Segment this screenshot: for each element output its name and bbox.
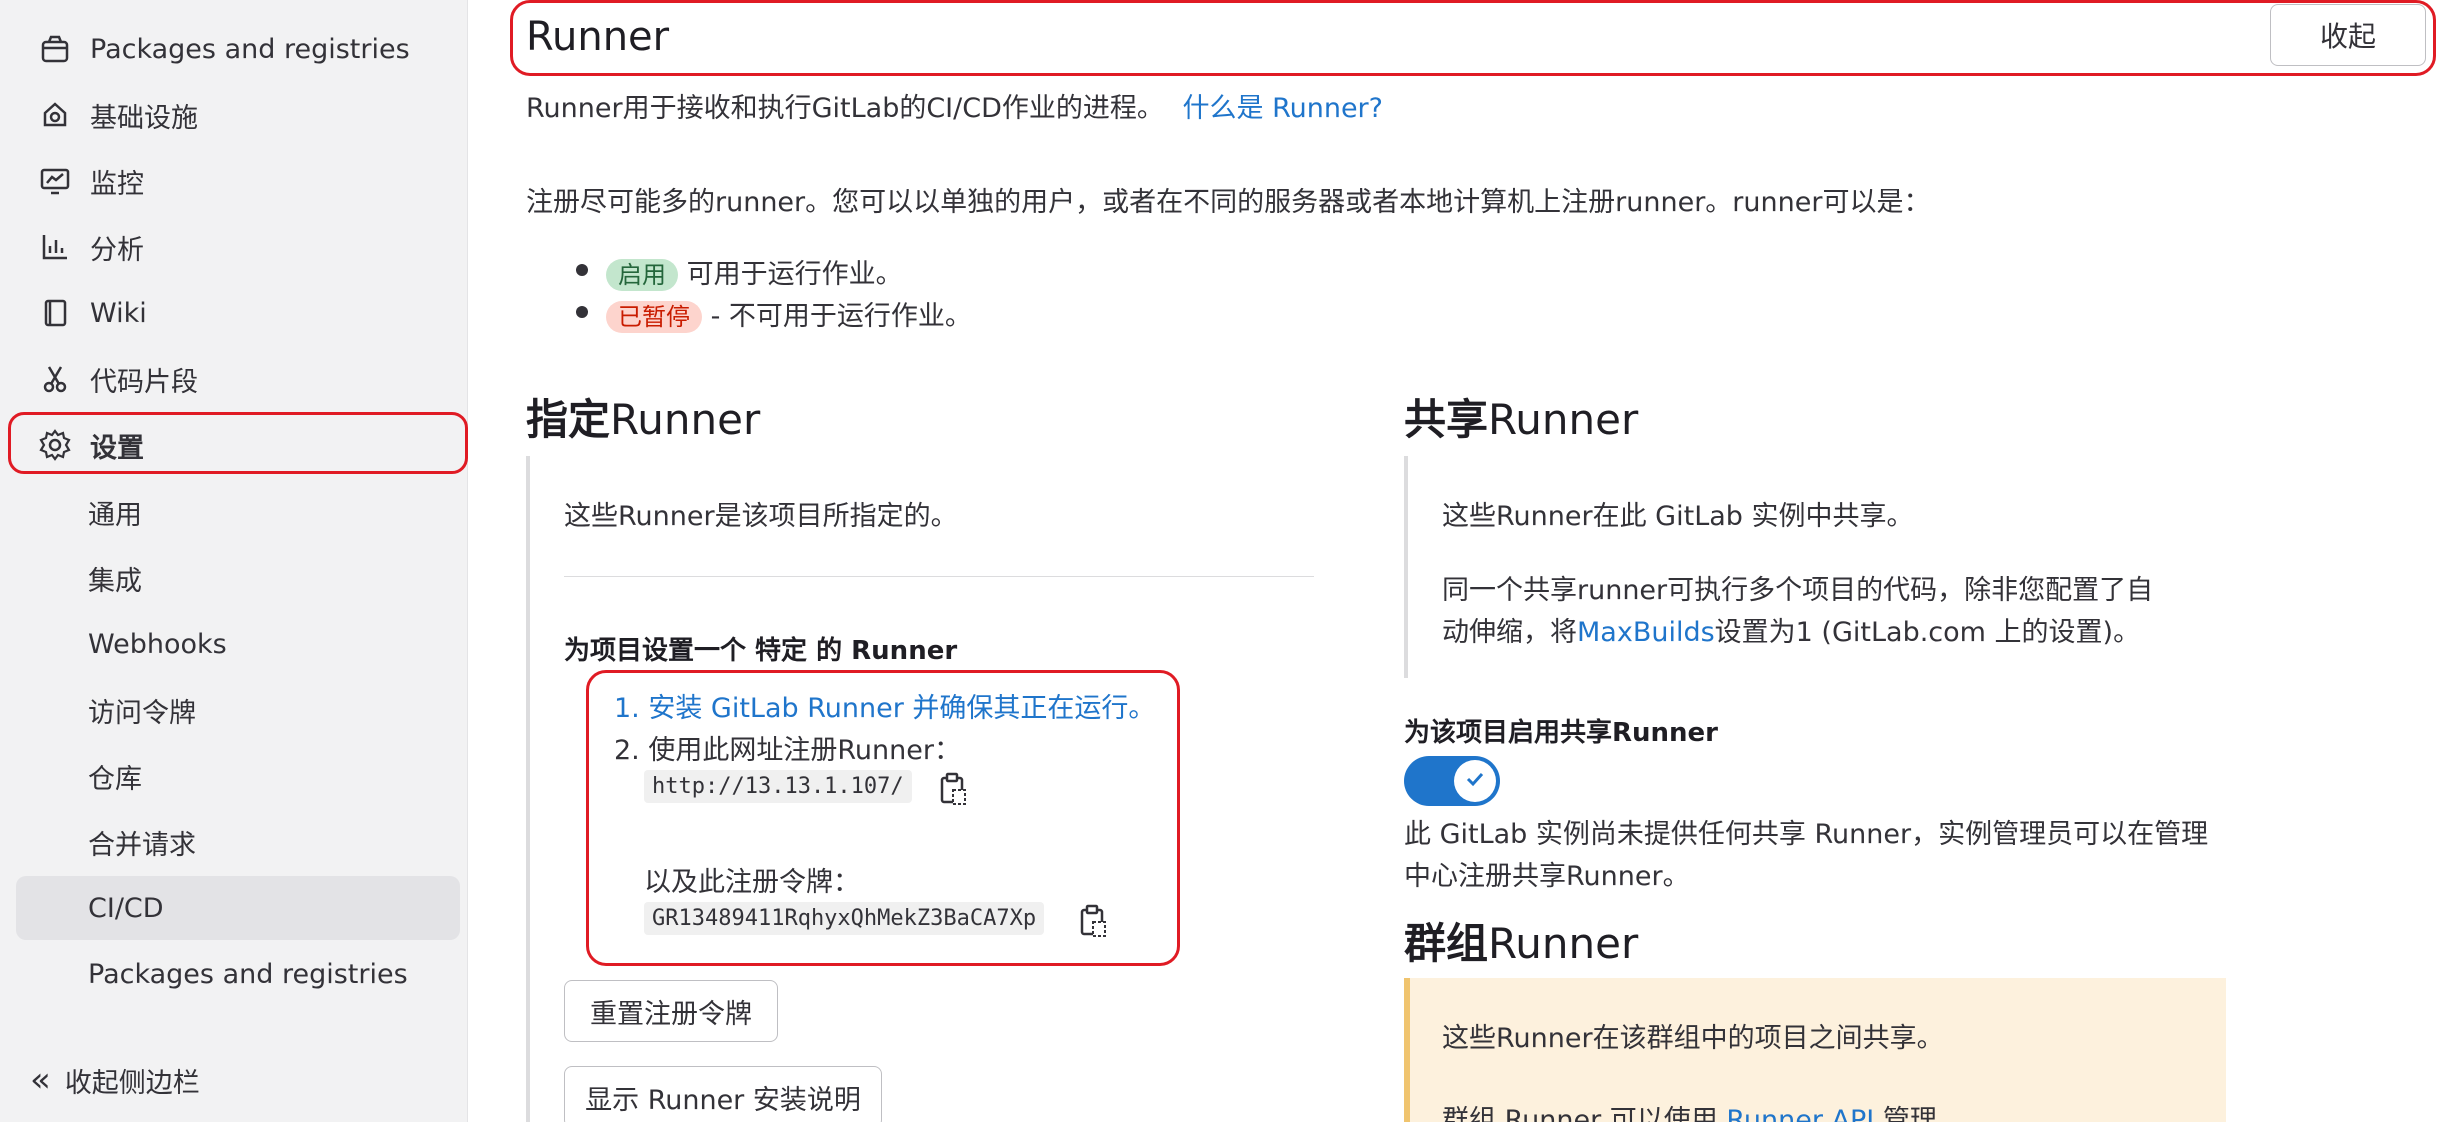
install-runner-link[interactable]: 1. 安装 GitLab Runner 并确保其正在运行。 (614, 686, 1155, 725)
sidebar-item-label: 仓库 (88, 763, 142, 795)
sidebar-subitem-access-tokens[interactable]: 访问令牌 (16, 680, 460, 740)
section-border (526, 456, 530, 1122)
snippet-icon (34, 358, 76, 400)
register-url-label: 2. 使用此网址注册Runner： (614, 735, 961, 766)
page-title: Runner (526, 14, 670, 60)
checkmark-icon (1464, 768, 1486, 794)
enable-shared-label: 为该项目启用共享Runner (1404, 718, 1719, 748)
sidebar-item-label: Wiki (90, 297, 147, 329)
sidebar-subitem-webhooks[interactable]: Webhooks (16, 614, 460, 674)
no-shared-runners-line2: 中心注册共享Runner。 (1404, 861, 1690, 892)
sidebar-item-label: Webhooks (88, 628, 227, 660)
status-item-text: 可用于运行作业。 (686, 259, 903, 290)
sidebar-item-analytics[interactable]: 分析 (16, 217, 460, 277)
sidebar-item-label: 通用 (88, 499, 142, 531)
token-label: 以及此注册令牌： (644, 867, 860, 898)
infrastructure-icon (34, 94, 76, 136)
heading-bold: 共享 (1404, 395, 1489, 444)
specific-runners-heading: 指定Runner (526, 386, 760, 447)
registration-token-value: GR13489411RqhyxQhMekZ3BaCA7Xp (644, 902, 1045, 935)
heading-rest: Runner (1488, 919, 1639, 968)
group-api-post: 管理 (1874, 1105, 1937, 1122)
chart-icon (34, 226, 76, 268)
group-api-pre: 群组 Runner 可以使用 (1442, 1105, 1727, 1122)
sidebar-item-label: 访问令牌 (88, 697, 196, 729)
runner-api-link[interactable]: Runner API (1726, 1105, 1874, 1122)
intro-description: Runner用于接收和执行GitLab的CI/CD作业的进程。 (526, 93, 1164, 124)
group-description: 这些Runner在该群组中的项目之间共享。 (1442, 1023, 1944, 1054)
what-is-runner-link[interactable]: 什么是 Runner? (1182, 93, 1383, 124)
maxbuilds-link[interactable]: MaxBuilds (1577, 617, 1715, 648)
register-url-value: http://13.13.1.107/ (644, 770, 912, 803)
shared-note-pre: 动伸缩，将 (1442, 617, 1577, 648)
collapse-sidebar-label: 收起侧边栏 (64, 1067, 200, 1099)
section-border (1404, 456, 1408, 678)
status-badge-paused: 已暂停 (606, 301, 702, 333)
setup-specific-label: 为项目设置一个 特定 的 Runner (564, 636, 958, 666)
status-item-text: - 不可用于运行作业。 (710, 301, 972, 332)
sidebar-item-monitor[interactable]: 监控 (16, 151, 460, 211)
bullet (576, 306, 588, 318)
sidebar-item-label: 合并请求 (88, 829, 196, 861)
sidebar-subitem-repository[interactable]: 仓库 (16, 746, 460, 806)
status-item-online: 启用 可用于运行作业。 (606, 252, 903, 291)
sidebar-item-snippets[interactable]: 代码片段 (16, 349, 460, 409)
no-shared-runners-line1: 此 GitLab 实例尚未提供任何共享 Runner，实例管理员可以在管理 (1404, 819, 2209, 850)
divider (564, 576, 1314, 577)
sidebar-item-label: 监控 (90, 168, 144, 200)
clipboard-icon (1078, 904, 1108, 942)
sidebar-item-label: 分析 (90, 234, 144, 266)
group-runners-heading: 群组Runner (1404, 910, 1638, 971)
sidebar-subitem-packages[interactable]: Packages and registries (16, 944, 460, 1004)
collapse-sidebar-button[interactable]: « 收起侧边栏 (30, 1060, 200, 1100)
copy-token-button[interactable] (1078, 904, 1108, 938)
show-install-instructions-button[interactable]: 显示 Runner 安装说明 (564, 1066, 882, 1122)
sidebar-item-label: 基础设施 (90, 102, 198, 134)
book-icon (34, 292, 76, 334)
sidebar-item-label: 集成 (88, 565, 142, 597)
heading-bold: 指定 (526, 395, 611, 444)
shared-note-post: 设置为1 (GitLab.com 上的设置)。 (1714, 617, 2141, 648)
sidebar-subitem-general[interactable]: 通用 (16, 482, 460, 542)
heading-bold: 群组 (1404, 919, 1489, 968)
shared-runners-toggle[interactable] (1404, 756, 1500, 806)
monitor-icon (34, 160, 76, 202)
shared-description: 这些Runner在此 GitLab 实例中共享。 (1442, 501, 1914, 532)
toggle-knob (1454, 760, 1496, 802)
intro-text: Runner用于接收和执行GitLab的CI/CD作业的进程。 什么是 Runn… (526, 86, 1383, 125)
highlight-ring (8, 412, 468, 474)
sidebar: Packages and registries 基础设施 监控 分析 Wiki … (0, 0, 468, 1122)
heading-rest: Runner (1488, 395, 1639, 444)
bullet (576, 264, 588, 276)
reset-token-button[interactable]: 重置注册令牌 (564, 980, 778, 1042)
group-api-note: 群组 Runner 可以使用 Runner API 管理 (1442, 1098, 1937, 1122)
shared-runners-heading: 共享Runner (1404, 386, 1638, 447)
status-item-paused: 已暂停 - 不可用于运行作业。 (606, 294, 972, 333)
collapse-section-button[interactable]: 收起 (2270, 4, 2426, 66)
main-content: Runner 收起 Runner用于接收和执行GitLab的CI/CD作业的进程… (468, 0, 2439, 1122)
shared-note-line1: 同一个共享runner可执行多个项目的代码，除非您配置了自 (1442, 575, 2154, 606)
clipboard-icon (938, 772, 968, 810)
sidebar-subitem-integrations[interactable]: 集成 (16, 548, 460, 608)
sidebar-item-label: CI/CD (88, 892, 164, 924)
sidebar-subitem-cicd[interactable]: CI/CD (16, 876, 460, 940)
sidebar-item-wiki[interactable]: Wiki (16, 283, 460, 343)
status-badge-online: 启用 (606, 259, 678, 291)
register-text: 注册尽可能多的runner。您可以以单独的用户，或者在不同的服务器或者本地计算机… (526, 187, 1931, 218)
heading-rest: Runner (610, 395, 761, 444)
sidebar-item-label: Packages and registries (90, 33, 410, 65)
sidebar-item-label: Packages and registries (88, 958, 408, 990)
copy-url-button[interactable] (938, 772, 968, 806)
sidebar-item-infrastructure[interactable]: 基础设施 (16, 85, 460, 145)
shared-note-line2: 动伸缩，将MaxBuilds设置为1 (GitLab.com 上的设置)。 (1442, 610, 2140, 649)
sidebar-item-label: 代码片段 (90, 366, 198, 398)
specific-description: 这些Runner是该项目所指定的。 (564, 501, 958, 532)
sidebar-item-packages[interactable]: Packages and registries (16, 19, 460, 79)
package-icon (34, 28, 76, 70)
double-chevron-left-icon: « (30, 1060, 51, 1100)
sidebar-subitem-merge-requests[interactable]: 合并请求 (16, 812, 460, 872)
highlight-ring (510, 0, 2436, 76)
